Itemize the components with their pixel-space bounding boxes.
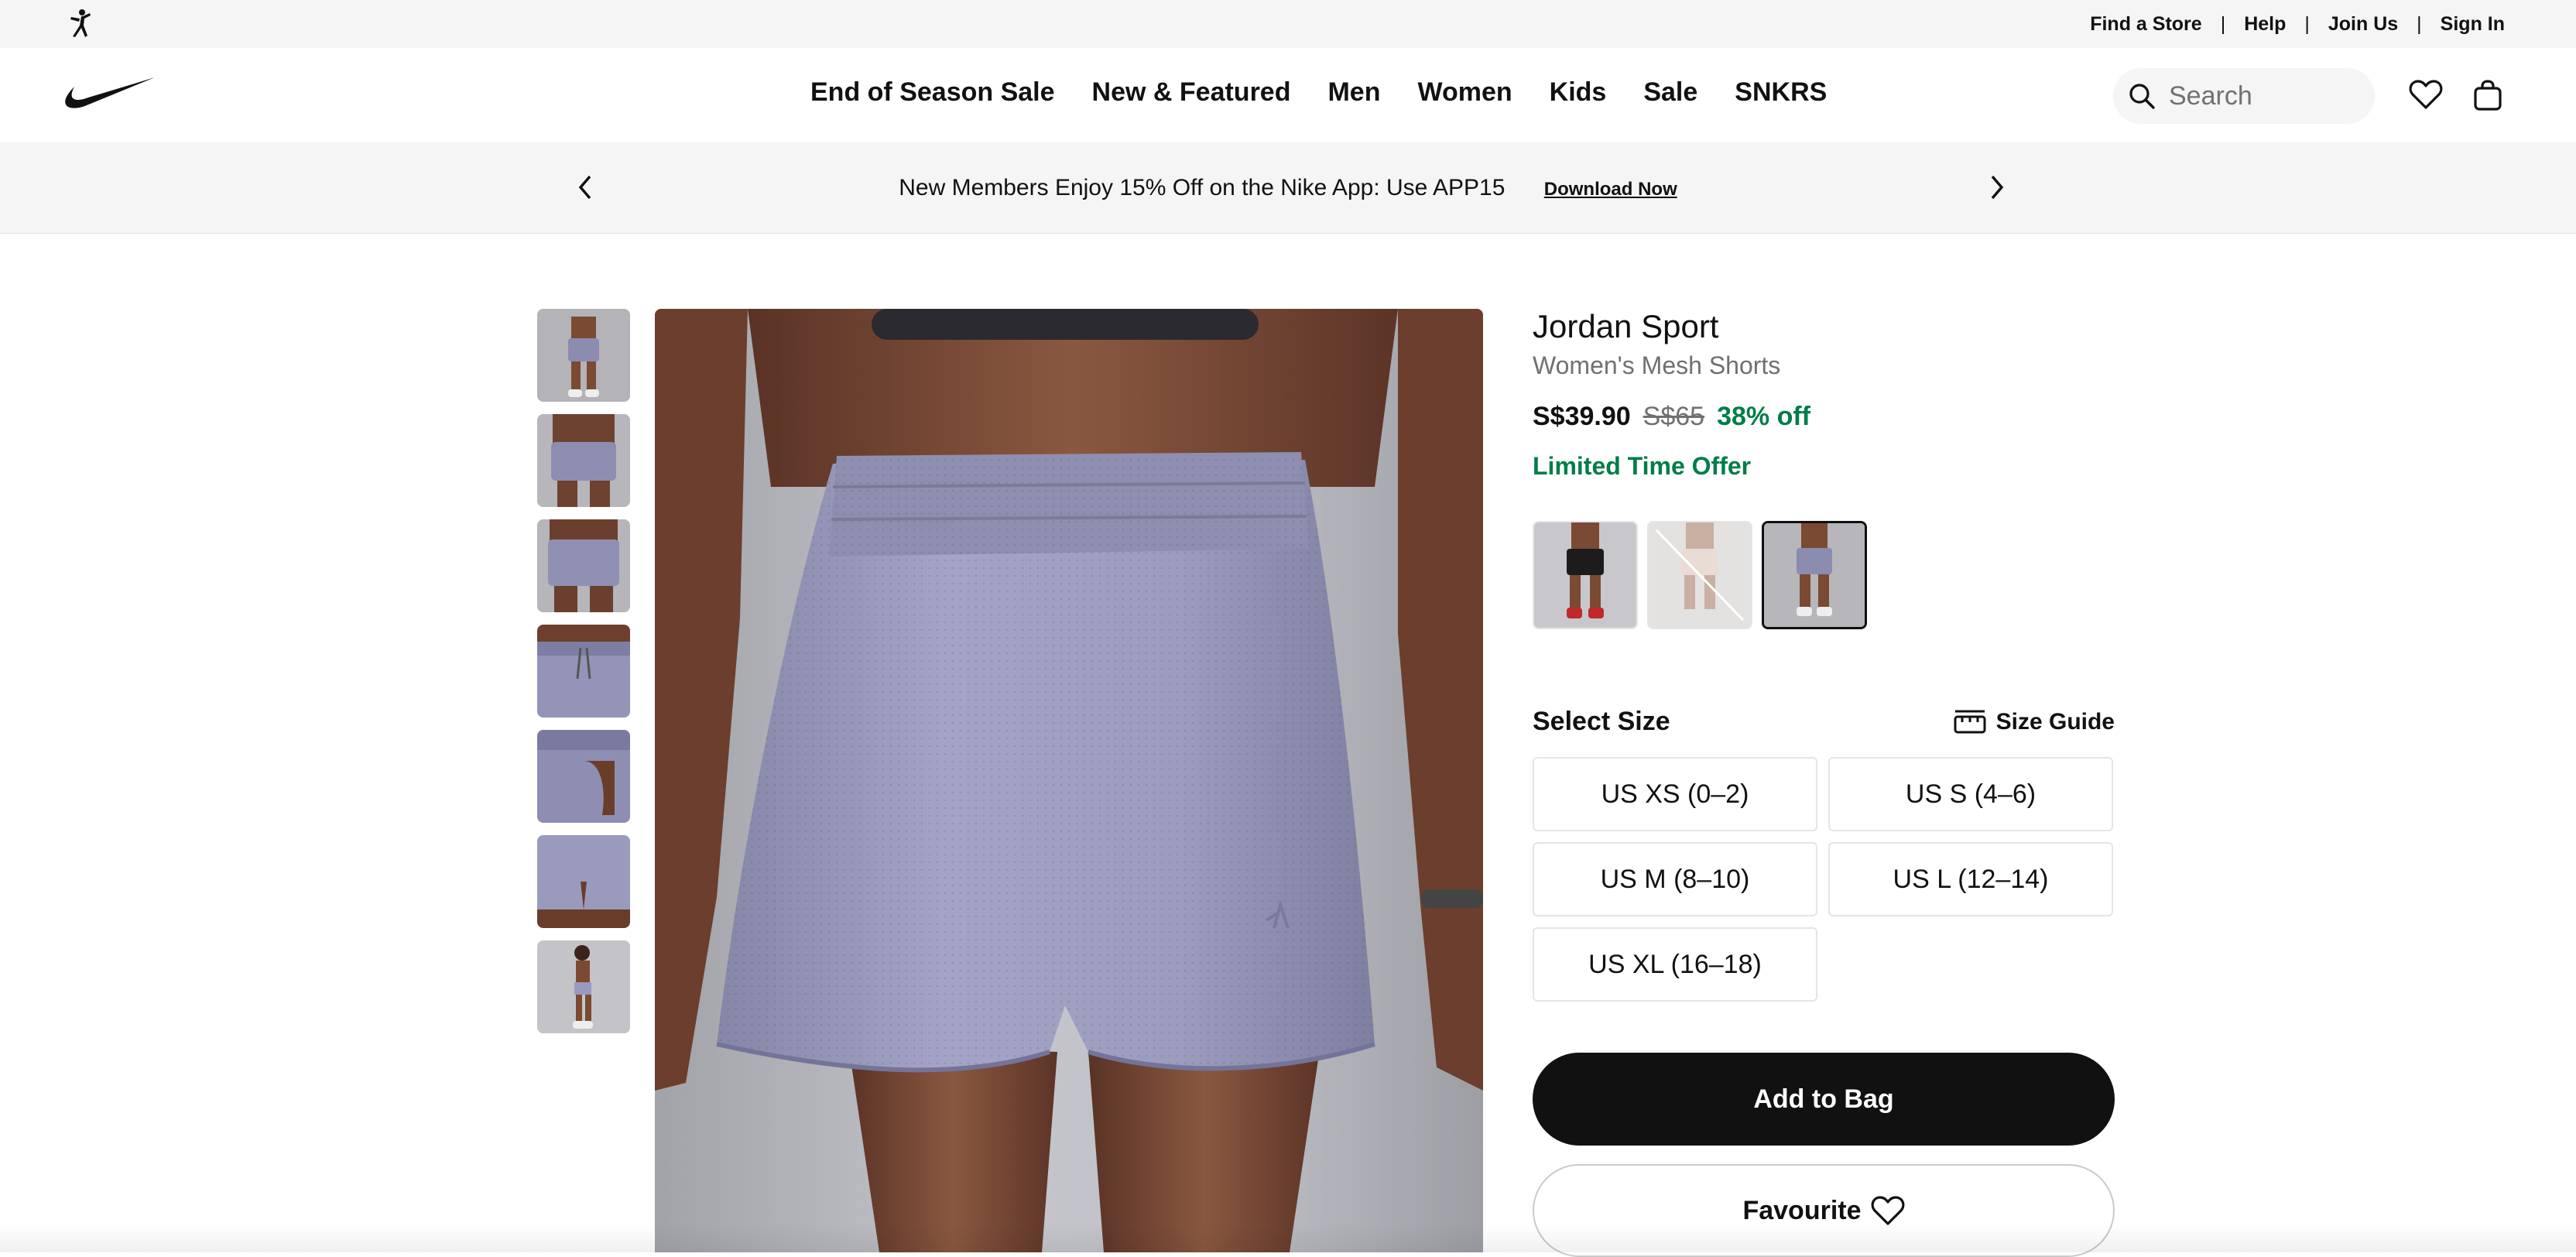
discount-label: 38% off — [1717, 402, 1810, 431]
size-grid: US XS (0–2) US S (4–6) US M (8–10) US L … — [1533, 757, 2115, 1002]
color-swatch-black[interactable] — [1533, 521, 1638, 629]
nike-swoosh-icon[interactable] — [63, 76, 156, 114]
size-option-m[interactable]: US M (8–10) — [1533, 842, 1817, 916]
size-header: Select Size Size Guide — [1533, 707, 2115, 737]
thumbnail-1[interactable] — [537, 309, 630, 402]
size-option-s[interactable]: US S (4–6) — [1828, 757, 2113, 831]
search-box[interactable] — [2113, 68, 2375, 124]
nav-item-women[interactable]: Women — [1417, 77, 1512, 108]
add-to-bag-button[interactable]: Add to Bag — [1533, 1053, 2115, 1146]
help-link[interactable]: Help — [2244, 13, 2286, 36]
nav-item-snkrs[interactable]: SNKRS — [1735, 77, 1827, 108]
ruler-icon — [1954, 710, 1986, 733]
search-input[interactable] — [2169, 80, 2355, 111]
promo-banner: New Members Enjoy 15% Off on the Nike Ap… — [0, 142, 2576, 234]
separator: | — [2417, 12, 2422, 35]
promo-message: New Members Enjoy 15% Off on the Nike Ap… — [899, 175, 1506, 200]
main-navigation: End of Season Sale New & Featured Men Wo… — [0, 48, 2576, 142]
nav-item-men[interactable]: Men — [1327, 77, 1380, 108]
heart-icon — [1871, 1196, 1904, 1225]
chevron-right-icon[interactable] — [1988, 172, 2008, 203]
select-size-label: Select Size — [1533, 707, 1670, 736]
promo-content: New Members Enjoy 15% Off on the Nike Ap… — [0, 175, 2576, 201]
utility-links: Find a Store | Help | Join Us | Sign In — [2090, 13, 2505, 36]
nav-menu: End of Season Sale New & Featured Men Wo… — [810, 77, 1864, 108]
main-product-image[interactable] — [655, 309, 1483, 1252]
product-info: Jordan Sport Women's Mesh Shorts S$39.90… — [1533, 308, 2115, 1257]
find-store-link[interactable]: Find a Store — [2090, 13, 2201, 36]
color-swatch-beige-unavailable[interactable] — [1647, 521, 1752, 629]
separator: | — [2304, 12, 2310, 35]
color-swatch-lilac-selected[interactable] — [1762, 521, 1867, 629]
nav-item-end-of-season-sale[interactable]: End of Season Sale — [810, 77, 1055, 108]
nav-item-new-featured[interactable]: New & Featured — [1092, 77, 1291, 108]
separator: | — [2220, 12, 2226, 35]
thumbnail-3[interactable] — [537, 519, 630, 612]
price-row: S$39.90 S$65 38% off — [1533, 402, 2115, 432]
size-guide-link[interactable]: Size Guide — [1953, 709, 2115, 735]
thumbnail-2[interactable] — [537, 414, 630, 507]
favourite-button[interactable]: Favourite — [1533, 1164, 2115, 1257]
join-us-link[interactable]: Join Us — [2328, 13, 2398, 36]
bag-icon[interactable] — [2472, 79, 2503, 111]
thumbnail-list — [537, 309, 630, 1046]
search-icon[interactable] — [2127, 81, 2156, 111]
thumbnail-7[interactable] — [537, 940, 630, 1033]
color-swatches — [1533, 521, 2115, 629]
jordan-jumpman-icon[interactable] — [67, 9, 94, 39]
product-title: Jordan Sport — [1533, 308, 1719, 344]
download-now-link[interactable]: Download Now — [1544, 179, 1677, 200]
size-option-xs[interactable]: US XS (0–2) — [1533, 757, 1817, 831]
favourite-label: Favourite — [1742, 1195, 1862, 1225]
product-subtitle: Women's Mesh Shorts — [1533, 351, 1781, 379]
thumbnail-4[interactable] — [537, 625, 630, 718]
size-option-l[interactable]: US L (12–14) — [1828, 842, 2113, 916]
heart-icon[interactable] — [2409, 79, 2443, 110]
size-guide-label: Size Guide — [1995, 708, 2115, 735]
original-price: S$65 — [1643, 402, 1705, 431]
size-option-xl[interactable]: US XL (16–18) — [1533, 927, 1817, 1002]
nav-item-sale[interactable]: Sale — [1643, 77, 1697, 108]
current-price: S$39.90 — [1533, 402, 1631, 431]
nav-item-kids[interactable]: Kids — [1550, 77, 1607, 108]
utility-bar: Find a Store | Help | Join Us | Sign In — [0, 0, 2576, 48]
thumbnail-5[interactable] — [537, 730, 630, 823]
thumbnail-6[interactable] — [537, 835, 630, 928]
limited-offer-label: Limited Time Offer — [1533, 452, 1752, 480]
sign-in-link[interactable]: Sign In — [2441, 13, 2505, 36]
